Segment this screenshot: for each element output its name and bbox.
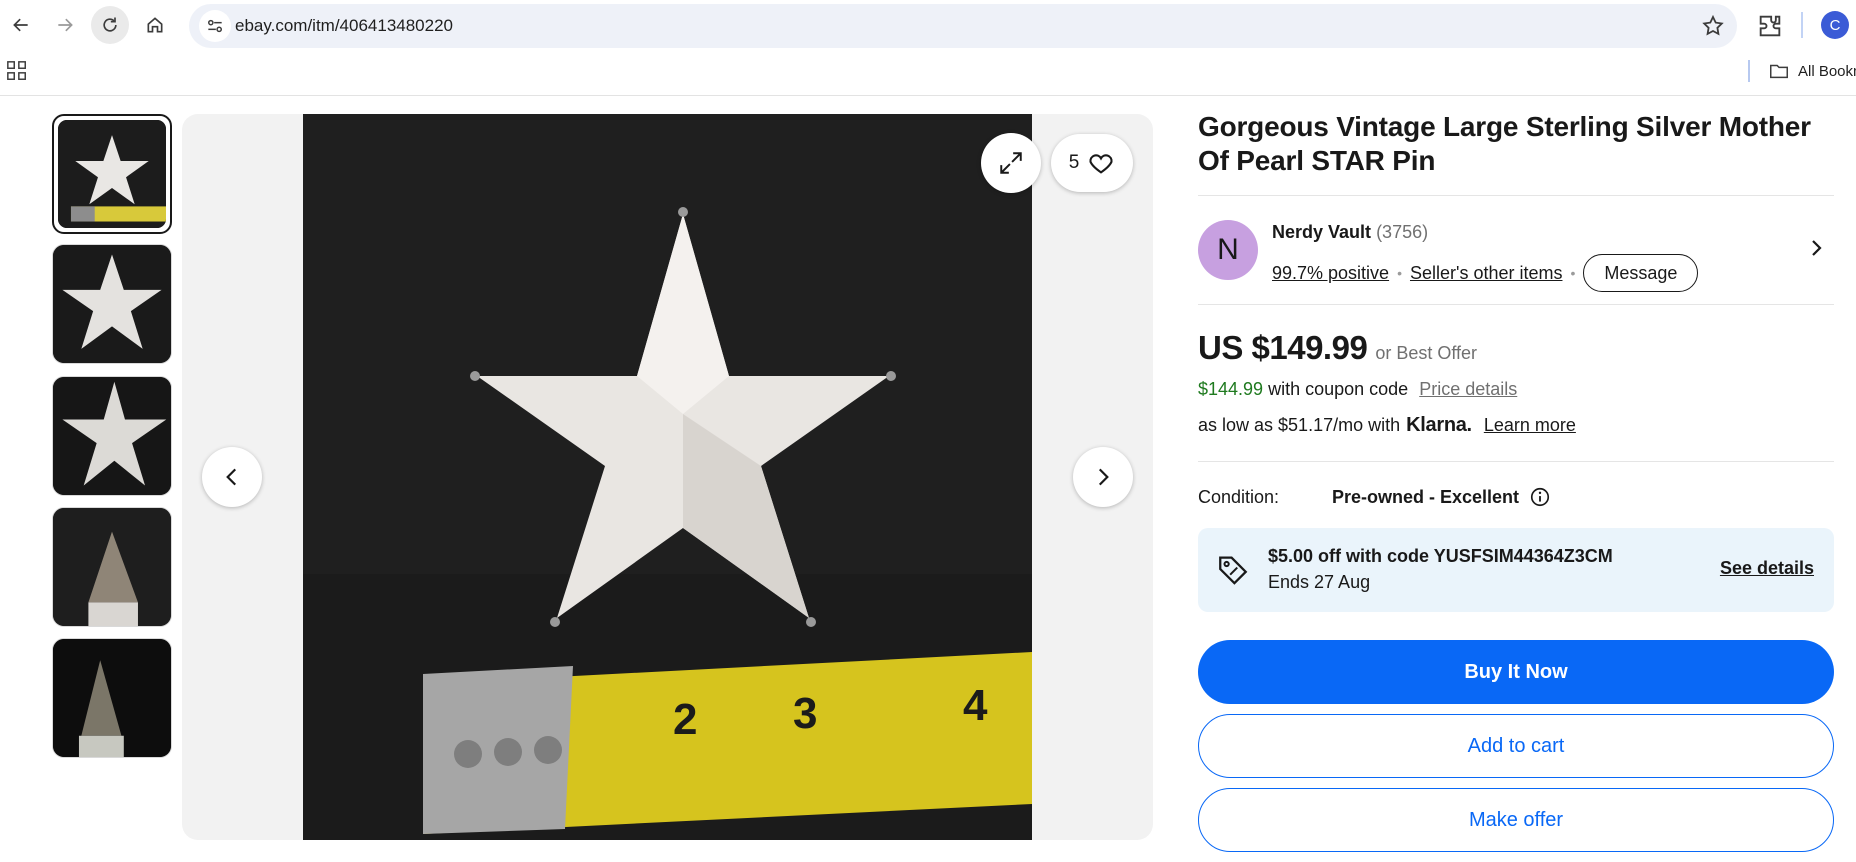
condition-label: Condition: <box>1198 486 1280 507</box>
bookmarks-divider <box>1748 60 1750 82</box>
info-icon[interactable] <box>1529 486 1551 508</box>
dot-separator: • <box>1397 265 1402 281</box>
divider <box>1198 304 1834 305</box>
seller-other-items-link[interactable]: Seller's other items <box>1410 263 1563 284</box>
all-bookmarks-button[interactable]: All Bookmarks <box>1768 56 1856 86</box>
condition-value: Pre-owned - Excellent <box>1332 486 1520 507</box>
divider <box>1198 461 1834 462</box>
price-row: US $149.99 or Best Offer <box>1198 329 1834 367</box>
address-bar[interactable]: ebay.com/itm/406413480220 <box>189 4 1737 48</box>
thumbnail-image <box>53 639 171 757</box>
expand-icon <box>1000 152 1022 174</box>
make-offer-button[interactable]: Make offer <box>1198 788 1834 852</box>
main-image-viewer: 2 3 4 5 <box>182 114 1153 840</box>
chevron-left-icon <box>226 468 237 486</box>
forward-button[interactable] <box>46 6 84 44</box>
home-button[interactable] <box>136 6 174 44</box>
browser-chrome: ebay.com/itm/406413480220 C All Bookmark… <box>0 0 1856 96</box>
svg-text:3: 3 <box>793 689 817 738</box>
seller-name[interactable]: Nerdy Vault <box>1272 222 1371 242</box>
seller-avatar: N <box>1198 220 1258 280</box>
home-icon <box>147 17 163 33</box>
arrow-left-icon <box>13 18 28 32</box>
folder-icon <box>1770 64 1788 79</box>
extensions-icon[interactable] <box>1756 12 1784 40</box>
arrow-right-icon <box>58 18 73 32</box>
watch-count: 5 <box>1068 152 1080 173</box>
toolbar-divider <box>1801 12 1803 38</box>
klarna-row: as low as $51.17/mo with Klarna. Learn m… <box>1198 414 1834 437</box>
expand-image-button[interactable] <box>981 133 1041 193</box>
seller-name-line: Nerdy Vault (3756) <box>1272 222 1428 243</box>
promo-title: $5.00 off with code YUSFSIM44364Z3CM <box>1268 546 1613 566</box>
site-info-icon[interactable] <box>199 10 231 42</box>
message-seller-button[interactable]: Message <box>1583 254 1699 292</box>
bookmark-star-icon[interactable] <box>1701 14 1725 38</box>
profile-avatar[interactable]: C <box>1821 11 1849 39</box>
next-image-button[interactable] <box>1073 447 1133 507</box>
thumbnail-3[interactable] <box>52 376 172 496</box>
coupon-row: $144.99 with coupon code Price details <box>1198 379 1834 400</box>
all-bookmarks-label: All Bookmarks <box>1798 62 1856 80</box>
coupon-text: with coupon code <box>1268 379 1409 399</box>
thumbnail-2[interactable] <box>52 244 172 364</box>
heart-icon <box>1089 154 1113 174</box>
klarna-text: as low as $51.17/mo with <box>1198 415 1401 435</box>
seller-card: N Nerdy Vault (3756) 99.7% positive • Se… <box>1198 196 1834 304</box>
condition-row: Condition: Pre-owned - Excellent <box>1198 486 1834 508</box>
apps-grid-icon[interactable] <box>6 60 28 82</box>
svg-text:4: 4 <box>963 681 988 730</box>
thumbnail-image <box>53 377 171 495</box>
product-main-photo[interactable]: 2 3 4 <box>303 114 1032 840</box>
reload-button[interactable] <box>91 6 129 44</box>
dot-separator: • <box>1570 265 1576 281</box>
listing-details: Gorgeous Vintage Large Sterling Silver M… <box>1198 110 1834 852</box>
back-button[interactable] <box>2 6 40 44</box>
thumbnail-1[interactable] <box>52 114 172 234</box>
best-offer-text: or Best Offer <box>1375 343 1478 363</box>
seller-positive-link[interactable]: 99.7% positive <box>1272 263 1389 284</box>
buy-it-now-button[interactable]: Buy It Now <box>1198 640 1834 704</box>
chevron-right-icon[interactable] <box>1804 236 1828 260</box>
coupon-price: $144.99 <box>1198 379 1264 399</box>
klarna-logo: Klarna. <box>1406 414 1472 436</box>
tag-icon <box>1219 556 1248 585</box>
coupon-promo-banner: $5.00 off with code YUSFSIM44364Z3CM End… <box>1198 528 1834 612</box>
thumbnail-image <box>53 508 171 626</box>
thumbnail-image <box>53 245 171 363</box>
watchlist-button[interactable]: 5 <box>1051 134 1133 192</box>
see-details-link[interactable]: See details <box>1720 558 1814 579</box>
promo-ends: Ends 27 Aug <box>1268 572 1371 592</box>
thumbnail-image <box>58 120 166 228</box>
thumbnail-4[interactable] <box>52 507 172 627</box>
svg-text:2: 2 <box>673 695 697 744</box>
price-details-link[interactable]: Price details <box>1419 379 1517 399</box>
item-title: Gorgeous Vintage Large Sterling Silver M… <box>1198 111 1811 176</box>
product-photo-image: 2 3 4 <box>303 114 1032 840</box>
add-to-cart-button[interactable]: Add to cart <box>1198 714 1834 778</box>
chevron-right-icon <box>1098 468 1109 486</box>
seller-links: 99.7% positive • Seller's other items • … <box>1272 254 1699 292</box>
url-text[interactable]: ebay.com/itm/406413480220 <box>235 4 453 48</box>
learn-more-link[interactable]: Learn more <box>1484 415 1576 436</box>
seller-feedback-count: (3756) <box>1376 222 1429 242</box>
item-price: US $149.99 <box>1198 329 1368 366</box>
thumbnail-5[interactable] <box>52 638 172 758</box>
previous-image-button[interactable] <box>202 447 262 507</box>
reload-icon <box>103 17 117 32</box>
